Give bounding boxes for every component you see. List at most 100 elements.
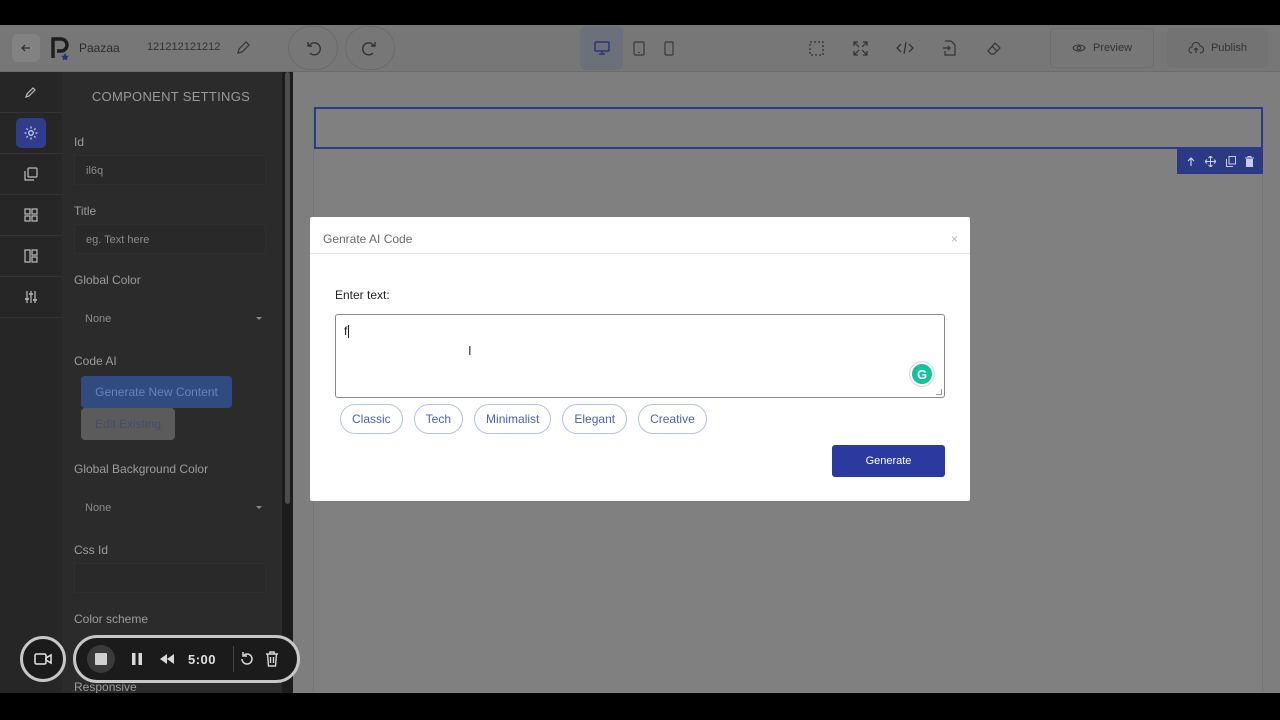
stop-recording-button[interactable] (87, 645, 115, 673)
caret-down-icon (256, 317, 262, 320)
layers-icon (24, 167, 38, 181)
grid-icon (24, 208, 38, 222)
publish-button[interactable]: Publish (1167, 28, 1268, 68)
caret-down-icon (256, 506, 262, 509)
style-chip-tech[interactable]: Tech (413, 404, 464, 434)
fullscreen-button[interactable] (849, 37, 871, 59)
back-button[interactable] (12, 34, 40, 62)
pencil-icon (237, 41, 250, 54)
panel-title: COMPONENT SETTINGS (91, 89, 251, 104)
panel-scrollbar[interactable] (282, 72, 293, 693)
scrollbar-thumb[interactable] (285, 72, 290, 504)
sidebar-item-settings[interactable] (0, 113, 62, 154)
app-logo (50, 36, 72, 60)
recording-timer: 5:00 (188, 652, 217, 667)
dialog-title: Genrate AI Code (323, 232, 413, 246)
cloud-upload-icon (1188, 42, 1204, 54)
pause-icon[interactable] (131, 652, 143, 666)
active-indicator (16, 118, 46, 148)
device-tablet-button[interactable] (628, 37, 650, 59)
css-id-field[interactable] (74, 563, 266, 593)
title-field[interactable]: eg. Text here (74, 224, 266, 254)
device-mobile-button[interactable] (658, 37, 680, 59)
grammarly-icon[interactable]: G (910, 362, 934, 386)
page-id: 121212121212 (147, 41, 221, 53)
generate-new-content-button[interactable]: Generate New Content (81, 376, 232, 408)
publish-label: Publish (1210, 42, 1248, 54)
app-window: Paazaa 121212121212 Preview Publish COMP… (0, 25, 1280, 693)
generate-ai-code-dialog: Genrate AI Code × Enter text: f I G Clas… (310, 217, 970, 501)
title-label: Title (74, 204, 97, 218)
component-toolbar (1177, 149, 1263, 174)
restart-icon[interactable] (239, 651, 255, 667)
undo-icon (307, 42, 321, 56)
css-id-label: Css Id (74, 543, 109, 557)
gear-icon (24, 126, 38, 140)
sidebar-item-layers[interactable] (0, 154, 62, 195)
desktop-icon (593, 41, 610, 55)
style-chips: Classic Tech Minimalist Elegant Creative (340, 404, 707, 434)
sidebar-item-blocks[interactable] (0, 195, 62, 236)
rewind-icon[interactable] (158, 652, 176, 666)
global-color-select[interactable]: None (74, 304, 266, 334)
copy-icon[interactable] (1225, 156, 1236, 167)
select-outline-button[interactable] (805, 37, 827, 59)
mobile-icon (664, 40, 674, 56)
generate-button[interactable]: Generate (832, 445, 945, 477)
style-chip-classic[interactable]: Classic (340, 404, 403, 434)
app-name: Paazaa (79, 41, 120, 55)
trash-icon[interactable] (264, 650, 280, 667)
preview-label: Preview (1092, 42, 1133, 54)
eraser-icon (987, 41, 1001, 55)
style-chip-elegant[interactable]: Elegant (562, 404, 628, 434)
columns-icon (24, 249, 38, 263)
text-caret (348, 325, 350, 339)
import-button[interactable] (938, 37, 960, 59)
expand-icon (852, 40, 868, 56)
color-scheme-label: Color scheme (74, 612, 149, 626)
arrow-up-icon[interactable] (1186, 156, 1196, 167)
prompt-textarea[interactable]: f I G (335, 314, 945, 398)
logo-icon (51, 37, 69, 60)
file-import-icon (943, 40, 956, 56)
close-icon[interactable]: × (951, 232, 958, 246)
stop-icon (95, 653, 107, 665)
rename-button[interactable] (232, 37, 254, 59)
global-bg-label: Global Background Color (74, 462, 209, 476)
sidebar-item-style[interactable] (0, 72, 62, 113)
code-ai-label: Code AI (74, 354, 117, 368)
id-field[interactable]: il6q (74, 155, 266, 185)
undo-button[interactable] (288, 26, 338, 70)
device-desktop-button[interactable] (580, 26, 623, 70)
redo-icon (362, 42, 376, 56)
edit-existing-button[interactable]: Edit Existing (81, 408, 175, 440)
clear-canvas-button[interactable] (983, 37, 1005, 59)
ibeam-cursor-icon: I (468, 343, 472, 358)
top-toolbar: Paazaa 121212121212 Preview Publish (0, 25, 1280, 72)
global-color-label: Global Color (74, 273, 141, 287)
global-bg-select[interactable]: None (74, 493, 266, 523)
pencil-icon (25, 87, 36, 98)
camera-toggle-button[interactable] (20, 636, 66, 682)
resize-handle[interactable] (936, 389, 942, 395)
component-settings-panel: COMPONENT SETTINGS Id il6q Title eg. Tex… (62, 72, 282, 693)
prompt-text: f (344, 324, 348, 338)
eye-icon (1072, 44, 1086, 52)
divider (233, 646, 234, 672)
code-view-button[interactable] (893, 37, 917, 59)
trash-icon[interactable] (1245, 156, 1255, 167)
style-chip-minimalist[interactable]: Minimalist (474, 404, 552, 434)
recording-controls: 5:00 (73, 635, 300, 683)
enter-text-label: Enter text: (335, 288, 390, 302)
style-chip-creative[interactable]: Creative (638, 404, 707, 434)
selected-component[interactable] (314, 107, 1263, 149)
arrow-left-icon (21, 44, 30, 52)
code-icon (896, 41, 914, 55)
preview-button[interactable]: Preview (1050, 28, 1154, 68)
redo-button[interactable] (345, 26, 395, 70)
global-color-value: None (85, 313, 112, 325)
sidebar-item-adjust[interactable] (0, 277, 62, 318)
sidebar-item-pages[interactable] (0, 236, 62, 277)
move-icon[interactable] (1205, 156, 1217, 167)
tablet-icon (633, 40, 645, 56)
